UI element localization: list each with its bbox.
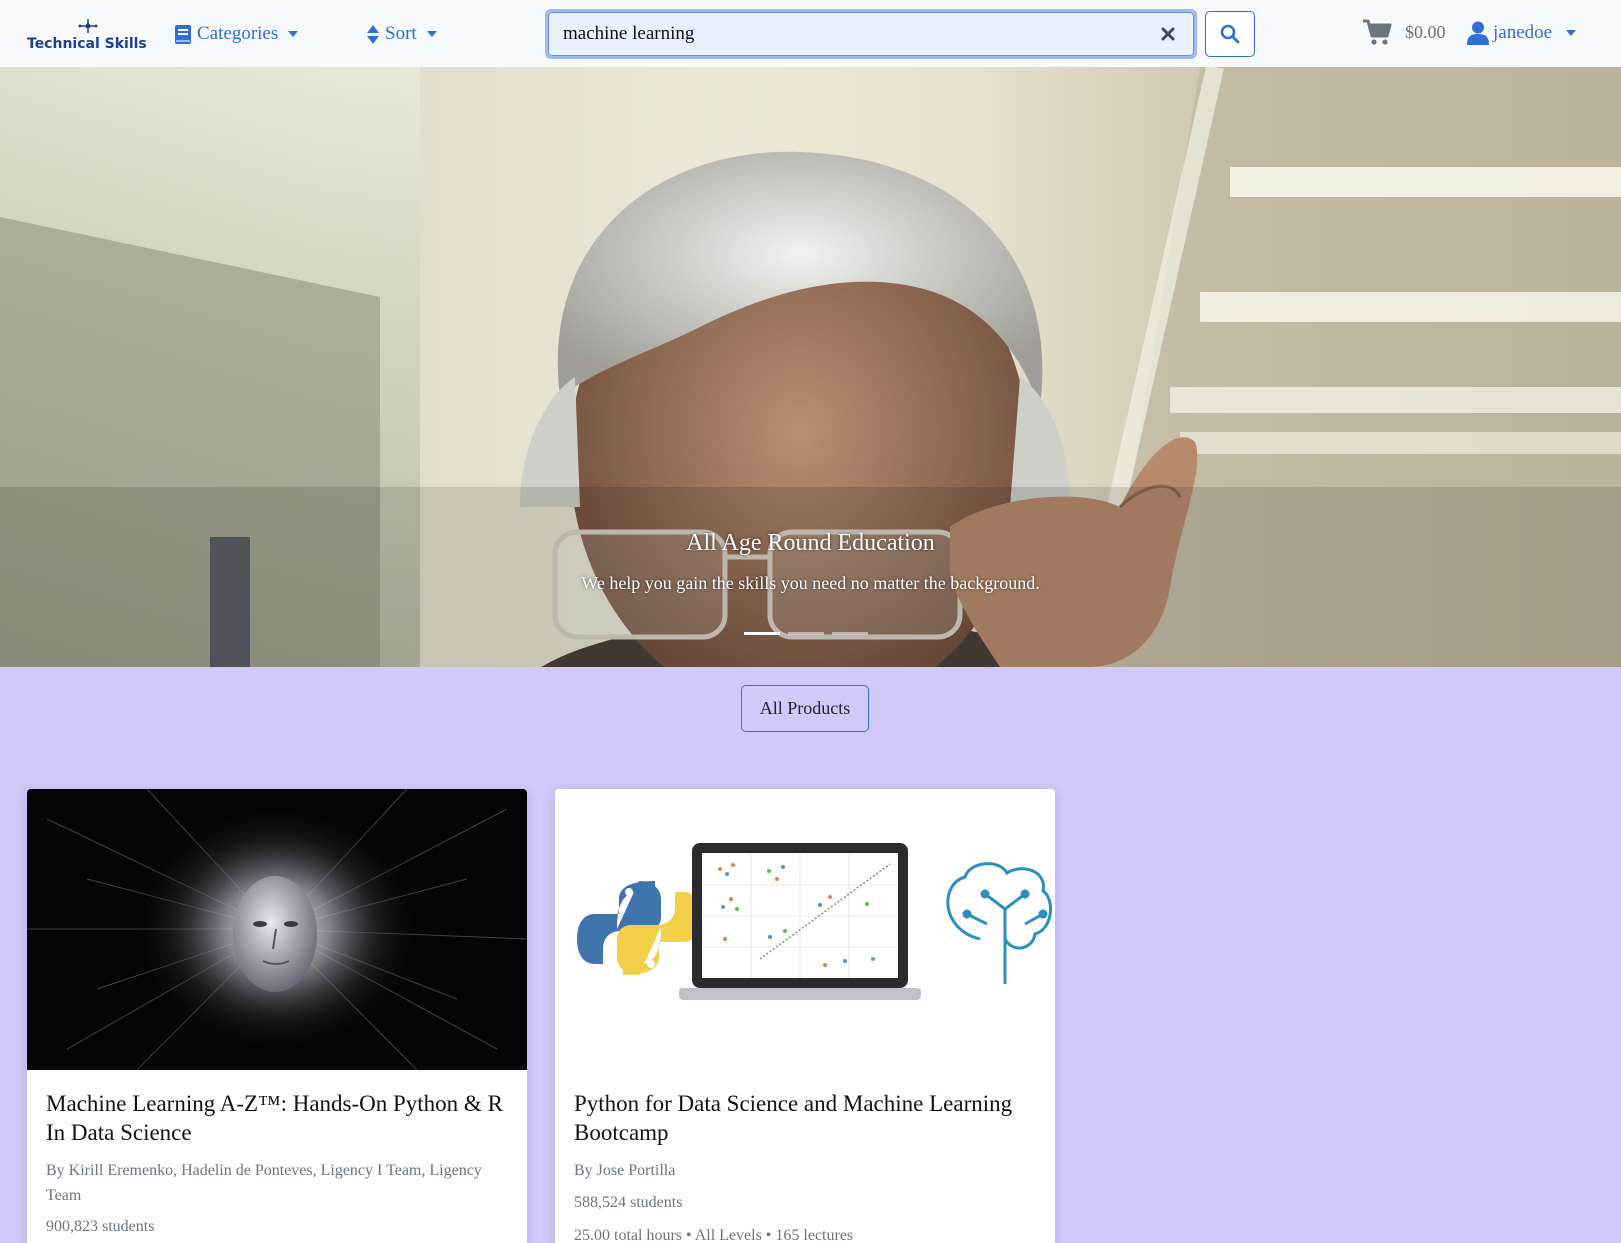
- categories-label: Categories: [197, 23, 279, 44]
- hero-caption: All Age Round Education We help you gain…: [0, 530, 1621, 594]
- cart-icon[interactable]: [1362, 18, 1392, 46]
- all-products-button[interactable]: All Products: [741, 685, 869, 732]
- search-input[interactable]: [548, 12, 1194, 56]
- product-card[interactable]: Python for Data Science and Machine Lear…: [555, 789, 1055, 1243]
- user-menu[interactable]: janedoe: [1467, 19, 1577, 47]
- chevron-down-icon: [1566, 30, 1577, 36]
- sort-icon: [367, 24, 379, 44]
- search-box: [545, 9, 1197, 59]
- ai-face-image: [27, 789, 527, 1070]
- product-students: 900,823 students: [46, 1218, 155, 1235]
- hero-carousel[interactable]: All Age Round Education We help you gain…: [0, 67, 1621, 667]
- python-ds-image: [555, 789, 1055, 1070]
- search-icon: [1220, 24, 1240, 44]
- book-icon: [175, 24, 191, 44]
- product-author: By Kirill Eremenko, Hadelin de Ponteves,…: [46, 1162, 482, 1204]
- categories-dropdown[interactable]: Categories: [175, 20, 299, 48]
- brand-mark-icon: [78, 19, 98, 33]
- product-card[interactable]: Machine Learning A-Z™: Hands-On Python &…: [27, 789, 527, 1243]
- chevron-down-icon: [288, 31, 299, 37]
- product-image: [27, 789, 527, 1070]
- product-meta: 25.00 total hours • All Levels • 165 lec…: [574, 1227, 854, 1243]
- user-icon: [1467, 21, 1489, 45]
- hero-title: All Age Round Education: [686, 530, 935, 556]
- hero-subtitle: We help you gain the skills you need no …: [581, 573, 1040, 593]
- cart-total: $0.00: [1405, 22, 1446, 42]
- chevron-down-icon: [426, 31, 437, 37]
- product-title[interactable]: Machine Learning A-Z™: Hands-On Python &…: [46, 1089, 511, 1147]
- carousel-indicator-1[interactable]: [744, 632, 780, 635]
- carousel-indicators: [744, 632, 868, 635]
- product-image: [555, 789, 1055, 1070]
- product-title[interactable]: Python for Data Science and Machine Lear…: [574, 1089, 1039, 1147]
- navbar: Technical Skills Categories Sort machine…: [0, 0, 1621, 67]
- carousel-indicator-2[interactable]: [788, 632, 824, 635]
- sort-dropdown[interactable]: Sort: [367, 20, 437, 48]
- user-name: janedoe: [1493, 22, 1553, 43]
- product-students: 588,524 students: [574, 1194, 683, 1211]
- product-author: By Jose Portilla: [574, 1162, 676, 1179]
- brand-logo[interactable]: Technical Skills: [27, 17, 149, 57]
- close-icon[interactable]: [1160, 26, 1176, 42]
- carousel-indicator-3[interactable]: [832, 632, 868, 635]
- brand-name: Technical Skills: [27, 36, 147, 52]
- search-button[interactable]: [1205, 11, 1255, 57]
- sort-label: Sort: [385, 23, 417, 44]
